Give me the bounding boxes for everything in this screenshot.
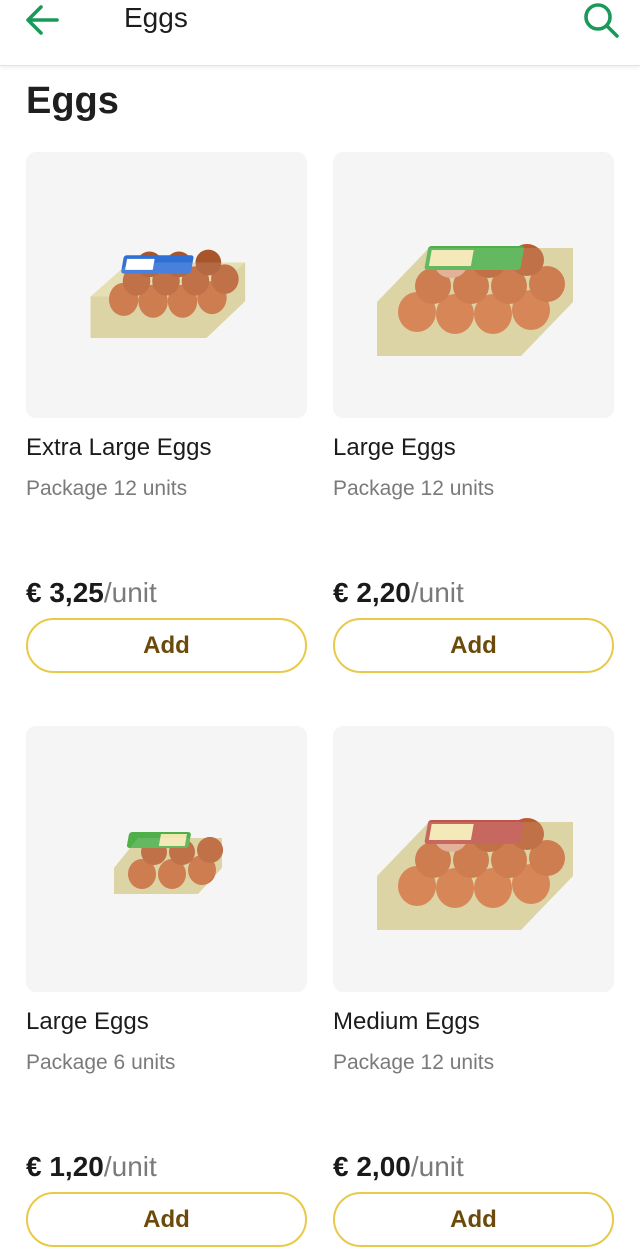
- product-format: Package 12 units: [333, 477, 495, 500]
- price-value: € 2,20: [333, 577, 411, 608]
- arrow-left-icon: [26, 5, 59, 35]
- product-card[interactable]: Large Eggs Package 6 units € 1,20/unit A…: [26, 726, 307, 1247]
- product-name: Medium Eggs: [333, 1008, 480, 1035]
- product-name: Large Eggs: [333, 434, 456, 461]
- page-title: Eggs: [26, 80, 119, 122]
- product-price: € 1,20/unit: [26, 1151, 157, 1183]
- product-name: Extra Large Eggs: [26, 434, 212, 461]
- search-icon: [584, 3, 619, 38]
- add-button[interactable]: Add: [26, 618, 307, 673]
- product-image[interactable]: [333, 726, 614, 992]
- product-image[interactable]: [26, 726, 307, 992]
- price-value: € 3,25: [26, 577, 104, 608]
- product-card[interactable]: Medium Eggs Package 12 units € 2,00/unit…: [333, 726, 614, 1247]
- add-button[interactable]: Add: [26, 1192, 307, 1247]
- egg-carton-12-image: [377, 244, 573, 356]
- product-name: Large Eggs: [26, 1008, 149, 1035]
- price-unit: /unit: [410, 1151, 464, 1182]
- product-format: Package 12 units: [333, 1051, 495, 1074]
- price-unit: /unit: [103, 577, 157, 608]
- add-button[interactable]: Add: [333, 618, 614, 673]
- product-price: € 3,25/unit: [26, 577, 157, 609]
- product-format: Package 12 units: [26, 477, 188, 500]
- header-title: Eggs: [124, 2, 188, 33]
- egg-carton-12-image: [377, 818, 573, 930]
- add-button[interactable]: Add: [333, 1192, 614, 1247]
- egg-carton-6-image: [114, 832, 223, 894]
- product-image[interactable]: [333, 152, 614, 418]
- product-card[interactable]: Large Eggs Package 12 units € 2,20/unit …: [333, 152, 614, 673]
- back-button[interactable]: [18, 0, 66, 40]
- price-unit: /unit: [103, 1151, 157, 1182]
- product-price: € 2,20/unit: [333, 577, 464, 609]
- product-card[interactable]: Extra Large Eggs Package 12 units € 3,25…: [26, 152, 307, 673]
- price-value: € 1,20: [26, 1151, 104, 1182]
- price-unit: /unit: [410, 577, 464, 608]
- egg-carton-12-image: [90, 249, 246, 338]
- price-value: € 2,00: [333, 1151, 411, 1182]
- product-format: Package 6 units: [26, 1051, 176, 1074]
- product-price: € 2,00/unit: [333, 1151, 464, 1183]
- top-app-bar: Eggs: [0, 0, 640, 66]
- search-button[interactable]: [578, 0, 624, 40]
- product-image[interactable]: [26, 152, 307, 418]
